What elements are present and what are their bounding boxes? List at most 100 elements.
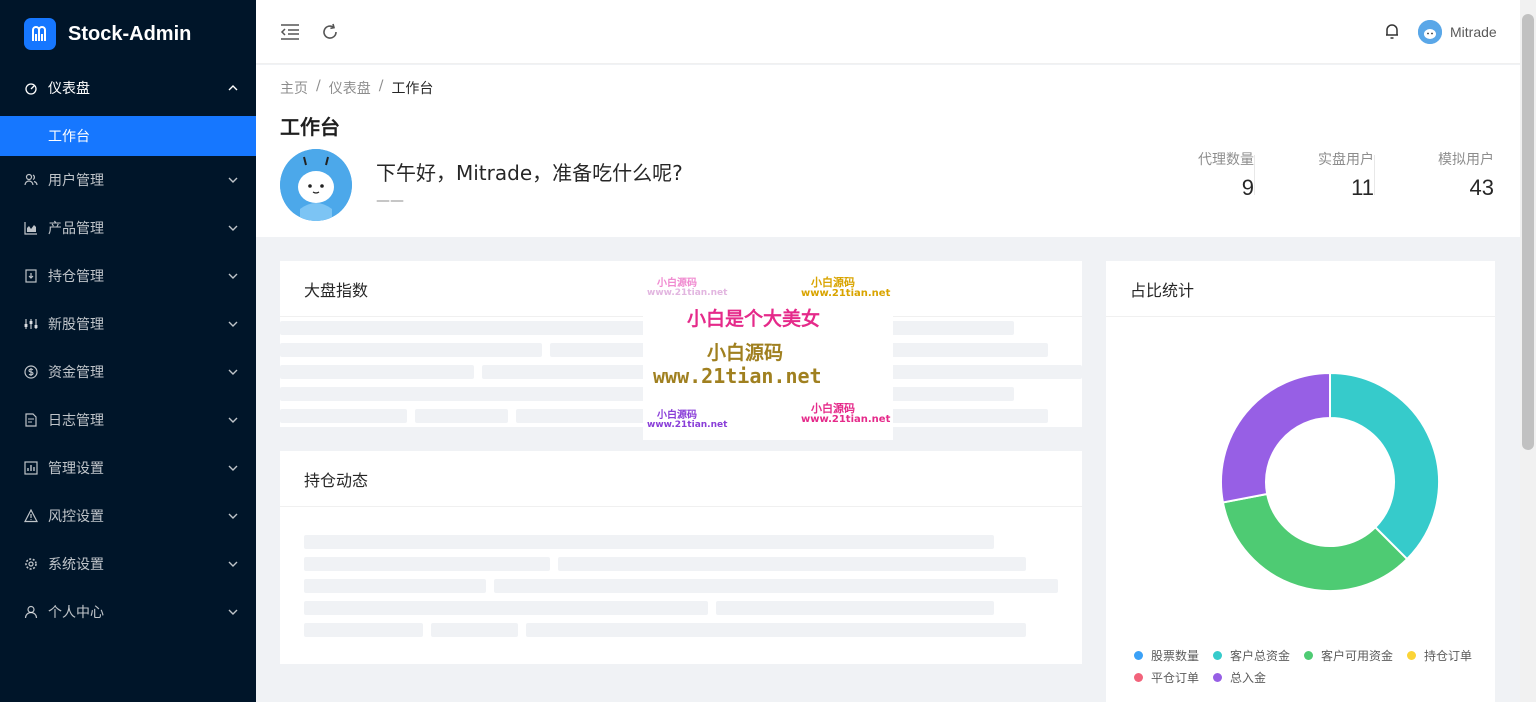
- sidebar-item-positions[interactable]: 持仓管理: [0, 252, 256, 300]
- breadcrumb-dashboard[interactable]: 仪表盘: [329, 78, 371, 98]
- skeleton-line: [304, 601, 708, 615]
- skeleton-line: [280, 365, 474, 379]
- donut-slice-2[interactable]: [1221, 492, 1409, 592]
- username: Mitrade: [1450, 24, 1497, 40]
- gear-icon: [24, 557, 38, 571]
- chevron-down-icon: [228, 271, 238, 281]
- watermark-small-url: www.21tian.net: [801, 288, 891, 299]
- legend-item[interactable]: 客户可用资金: [1304, 644, 1393, 666]
- legend-label: 持仓订单: [1424, 648, 1473, 663]
- chevron-down-icon: [228, 415, 238, 425]
- skeleton-line: [304, 557, 550, 571]
- sidebar-item-workbench[interactable]: 工作台: [0, 116, 256, 156]
- chevron-down-icon: [228, 559, 238, 569]
- legend-item[interactable]: 平仓订单: [1134, 666, 1199, 688]
- sidebar-item-funds[interactable]: 资金管理: [0, 348, 256, 396]
- skeleton-line: [304, 623, 423, 637]
- sidebar-item-risk-settings[interactable]: 风控设置: [0, 492, 256, 540]
- sidebar-item-label: 管理设置: [48, 461, 104, 477]
- skeleton-line: [415, 409, 508, 423]
- watermark-url: www.21tian.net: [653, 364, 822, 388]
- sidebar: Stock-Admin 仪表盘 工作台 用户管理产品管理持仓管理 新股管理资金管理…: [0, 0, 256, 702]
- page-header: 主页 / 仪表盘 / 工作台 工作台 下午好，Mitrade，准备吃什么呢? —…: [256, 65, 1520, 237]
- logo[interactable]: Stock-Admin: [0, 0, 256, 68]
- chevron-down-icon: [228, 319, 238, 329]
- sidebar-item-system-settings[interactable]: 系统设置: [0, 540, 256, 588]
- chevron-down-icon: [228, 175, 238, 185]
- legend-label: 股票数量: [1151, 648, 1200, 663]
- legend-label: 总入金: [1230, 670, 1267, 685]
- menu-fold-icon[interactable]: [278, 20, 302, 44]
- skeleton-line: [494, 579, 1058, 593]
- watermark-small-url: www.21tian.net: [801, 414, 891, 425]
- download-box-icon: [24, 269, 38, 283]
- stat-value: 9: [1241, 175, 1254, 200]
- chevron-up-icon: [228, 83, 238, 93]
- chart-legend: 股票数量 客户总资金 客户可用资金 持仓订单平仓订单 总入金: [1134, 644, 1504, 688]
- stat-value: 11: [1351, 175, 1374, 200]
- watermark-small: 小白源码: [657, 410, 697, 421]
- reload-icon[interactable]: [318, 20, 342, 44]
- sidebar-item-label: 资金管理: [48, 365, 104, 381]
- skeleton-line: [716, 601, 994, 615]
- stat-real-users: 实盘用户 11: [1254, 149, 1374, 201]
- legend-label: 客户可用资金: [1321, 648, 1394, 663]
- legend-item[interactable]: 客户总资金: [1213, 644, 1290, 666]
- breadcrumb-current: 工作台: [391, 81, 434, 97]
- chevron-down-icon: [228, 607, 238, 617]
- stat-agents: 代理数量 9: [1134, 149, 1254, 201]
- logo-icon: [24, 18, 56, 50]
- chevron-down-icon: [228, 463, 238, 473]
- legend-dot: [1304, 650, 1314, 660]
- chevron-down-icon: [228, 367, 238, 377]
- watermark-small-url: www.21tian.net: [647, 420, 728, 430]
- sliders-icon: [24, 317, 38, 331]
- skeleton-line: [304, 535, 994, 549]
- scrollbar-thumb[interactable]: [1522, 14, 1534, 450]
- ratio-card: 占比统计 股票数量 客户总资金 客户可用资金 持仓订单 平仓订单 总入金: [1106, 261, 1495, 702]
- donut-slice-5[interactable]: [1220, 371, 1331, 504]
- legend-item[interactable]: 持仓订单: [1407, 644, 1472, 666]
- watermark-small: 小白源码: [657, 278, 697, 289]
- skeleton-line: [526, 623, 1026, 637]
- sidebar-item-ipo[interactable]: 新股管理: [0, 300, 256, 348]
- breadcrumb: 主页 / 仪表盘 / 工作台: [280, 78, 434, 98]
- sidebar-item-products[interactable]: 产品管理: [0, 204, 256, 252]
- app-name: Stock-Admin: [68, 22, 192, 45]
- donut-slice-1[interactable]: [1329, 371, 1440, 561]
- sidebar-item-label: 个人中心: [48, 605, 104, 621]
- bell-icon[interactable]: [1382, 21, 1402, 41]
- legend-item[interactable]: 股票数量: [1134, 644, 1199, 666]
- legend-item[interactable]: 总入金: [1213, 666, 1266, 688]
- legend-dot: [1213, 672, 1223, 682]
- card-title: 持仓动态: [280, 451, 1082, 507]
- breadcrumb-home[interactable]: 主页: [280, 78, 308, 98]
- skeleton-line: [280, 343, 542, 357]
- chevron-down-icon: [228, 511, 238, 521]
- page-title: 工作台: [280, 115, 340, 139]
- sidebar-item-label: 风控设置: [48, 509, 104, 525]
- stat-label: 实盘用户: [1318, 152, 1374, 168]
- stat-value: 43: [1469, 175, 1494, 200]
- sidebar-item-logs[interactable]: 日志管理: [0, 396, 256, 444]
- avatar: [280, 149, 352, 221]
- sidebar-item-admin-settings[interactable]: 管理设置: [0, 444, 256, 492]
- skeleton-line: [304, 579, 486, 593]
- sidebar-item-profile[interactable]: 个人中心: [0, 588, 256, 636]
- sidebar-item-dashboard[interactable]: 仪表盘: [0, 68, 256, 108]
- sidebar-item-users[interactable]: 用户管理: [0, 156, 256, 204]
- top-header: Mitrade: [256, 0, 1520, 64]
- skeleton-line: [280, 409, 407, 423]
- sidebar-item-label: 产品管理: [48, 221, 104, 237]
- scrollbar[interactable]: [1520, 0, 1536, 702]
- greeting-text: 下午好，Mitrade，准备吃什么呢?: [376, 161, 683, 185]
- greeting-subtext: ——: [376, 193, 404, 209]
- chart-icon: [24, 221, 38, 235]
- user-menu[interactable]: Mitrade: [1418, 19, 1497, 45]
- stat-label: 代理数量: [1198, 152, 1254, 168]
- watermark-line1: 小白是个大美女: [687, 308, 821, 330]
- chevron-down-icon: [228, 223, 238, 233]
- skeleton-line: [558, 557, 1026, 571]
- legend-dot: [1134, 650, 1143, 660]
- stats: 代理数量 9 实盘用户 11 模拟用户 43: [1134, 149, 1494, 201]
